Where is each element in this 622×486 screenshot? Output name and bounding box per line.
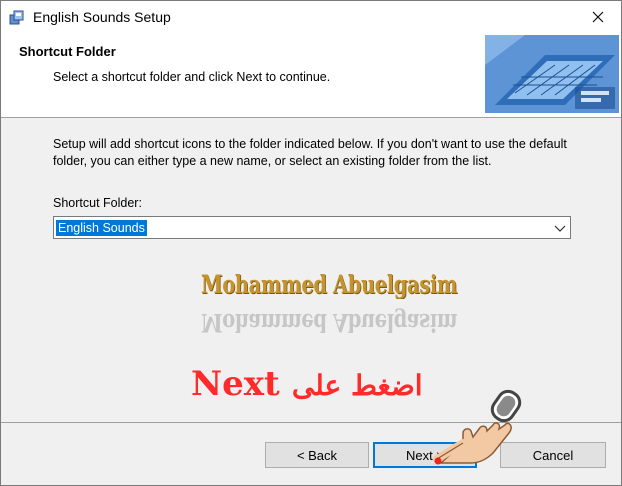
close-button[interactable] bbox=[575, 1, 621, 33]
wizard-header: Shortcut Folder Select a shortcut folder… bbox=[1, 33, 621, 118]
close-icon bbox=[592, 11, 604, 23]
setup-window: English Sounds Setup Shortcut Folder Sel… bbox=[0, 0, 622, 486]
window-title: English Sounds Setup bbox=[33, 9, 171, 25]
signature-text: Mohammed Abuelgasim bbox=[201, 270, 458, 299]
description-text: Setup will add shortcut icons to the fol… bbox=[53, 137, 567, 168]
chevron-down-icon[interactable] bbox=[554, 222, 566, 234]
footer-separator bbox=[1, 422, 621, 423]
page-title: Shortcut Folder bbox=[19, 44, 116, 59]
pointing-hand-icon bbox=[433, 389, 522, 465]
click-next-instruction: Next اضغط على bbox=[191, 364, 423, 404]
shortcut-folder-combobox[interactable]: English Sounds bbox=[53, 216, 571, 239]
header-graphic bbox=[485, 35, 619, 113]
shortcut-folder-label: Shortcut Folder: bbox=[53, 196, 142, 210]
instruction-next-word: Next bbox=[191, 364, 280, 404]
title-bar[interactable]: English Sounds Setup bbox=[1, 1, 621, 33]
shortcut-folder-value[interactable]: English Sounds bbox=[56, 220, 147, 236]
signature-reflection: Mohammed Abuelgasim bbox=[201, 308, 458, 337]
setup-app-icon bbox=[9, 10, 24, 25]
instruction-arabic-text: اضغط على bbox=[291, 369, 423, 402]
wizard-content: Setup will add shortcut icons to the fol… bbox=[1, 118, 621, 422]
back-button[interactable]: < Back bbox=[265, 442, 369, 468]
page-subtitle: Select a shortcut folder and click Next … bbox=[53, 70, 331, 84]
